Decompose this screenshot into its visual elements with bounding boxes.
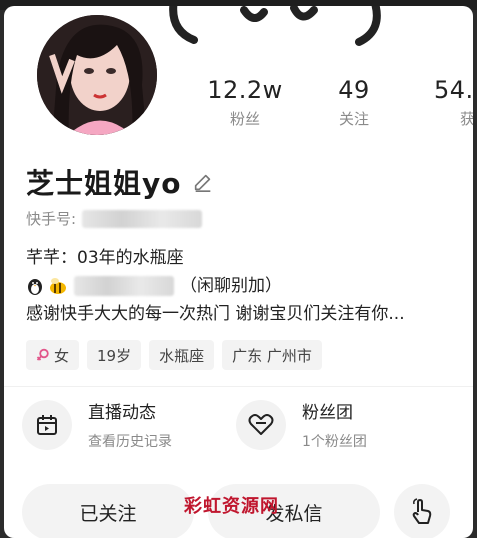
- penguin-icon: [28, 279, 42, 295]
- feature-fan-title: 粉丝团: [302, 403, 353, 423]
- user-id-row: 快手号:: [26, 208, 203, 229]
- bio-line-2-suffix: （闲聊别加）: [180, 276, 282, 296]
- feature-live-icon-wrap: [22, 399, 72, 450]
- stat-likes[interactable]: 54. 获: [434, 76, 473, 129]
- female-icon: [36, 348, 49, 361]
- bio-line-3: 感谢快手大大的每一次热门 谢谢宝贝们关注有你...: [26, 304, 405, 324]
- stat-following[interactable]: 49 关注: [324, 76, 384, 129]
- divider: [4, 386, 473, 387]
- tag-row: 女 19岁 水瓶座 广东 广州市: [26, 340, 322, 370]
- bio-line-2: （闲聊别加）: [26, 272, 405, 300]
- feature-fan-icon-wrap: [236, 399, 286, 450]
- heart-icon: [248, 413, 274, 435]
- stat-likes-value: 54.: [434, 76, 473, 104]
- edit-icon[interactable]: [192, 171, 214, 193]
- hand-pointer-icon: [412, 498, 432, 524]
- stat-following-value: 49: [338, 76, 370, 104]
- avatar[interactable]: [34, 12, 160, 138]
- feature-live-subtitle: 查看历史记录: [88, 434, 172, 450]
- profile-card: 12.2w 粉丝 49 关注 54. 获 芝士姐姐yo 快手号: 芊芊：03年的…: [4, 6, 473, 538]
- calendar-icon: [37, 414, 57, 435]
- poke-button[interactable]: [394, 484, 450, 538]
- tag-location: 广东 广州市: [222, 340, 322, 370]
- followed-button[interactable]: 已关注: [22, 484, 194, 538]
- stat-likes-label: 获: [460, 110, 473, 128]
- feature-live-history[interactable]: 直播动态 查看历史记录: [22, 398, 172, 451]
- bio: 芊芊：03年的水瓶座 （闲聊别加） 感谢快手大大的每一次热门 谢谢宝贝们关注有你…: [26, 244, 405, 328]
- stat-fans[interactable]: 12.2w 粉丝: [200, 76, 290, 129]
- tag-age: 19岁: [87, 340, 142, 370]
- profile-name: 芝士姐姐yo: [26, 167, 182, 200]
- name-row: 芝士姐姐yo: [26, 162, 214, 202]
- bio-line-1: 芊芊：03年的水瓶座: [26, 248, 184, 268]
- stat-fans-label: 粉丝: [229, 110, 260, 128]
- stat-following-label: 关注: [338, 110, 369, 128]
- feature-fan-club[interactable]: 粉丝团 1个粉丝团: [236, 398, 367, 451]
- feature-fan-subtitle: 1个粉丝团: [302, 434, 367, 450]
- feature-live-title: 直播动态: [88, 403, 156, 423]
- watermark: 彩虹资源网: [184, 496, 279, 517]
- cover-doodle: [169, 6, 381, 46]
- user-id-label: 快手号:: [26, 210, 77, 228]
- tag-gender-label: 女: [54, 346, 70, 365]
- user-id-blurred: [82, 209, 203, 228]
- bee-icon: [50, 278, 66, 294]
- tag-zodiac: 水瓶座: [149, 340, 215, 370]
- contact-blurred: [74, 276, 174, 296]
- tag-gender: 女: [26, 340, 80, 370]
- avatar-image: [37, 15, 157, 135]
- stat-fans-value: 12.2w: [207, 76, 283, 104]
